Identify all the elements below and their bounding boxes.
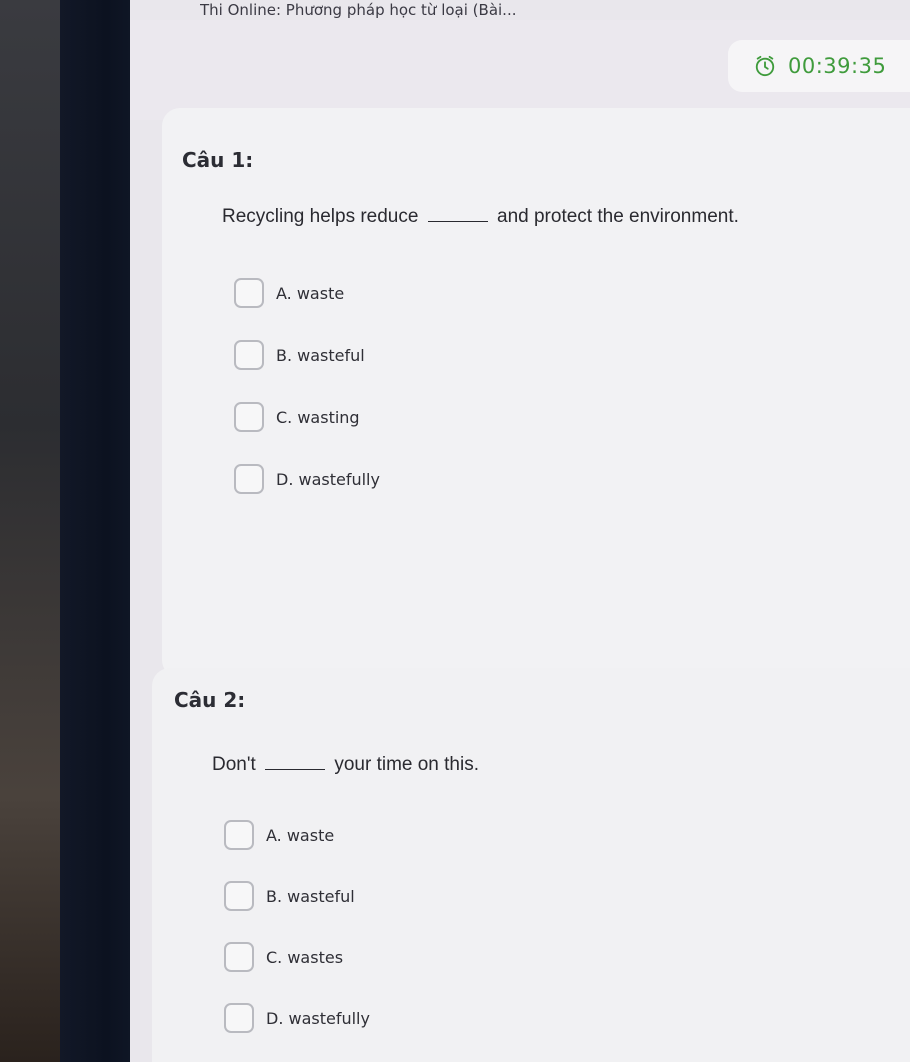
question-card-2: Câu 2: Don't your time on this. A. waste…	[152, 668, 910, 1062]
option-b[interactable]: B. wasteful	[224, 881, 355, 911]
question-title: Câu 2:	[174, 688, 246, 712]
option-label: A. waste	[276, 283, 345, 303]
radio-button[interactable]	[224, 820, 254, 850]
option-label: C. wasting	[276, 407, 360, 427]
page-title: Thi Online: Phương pháp học từ loại (Bài…	[200, 1, 517, 19]
option-b[interactable]: B. wasteful	[234, 340, 365, 370]
answer-blank	[427, 221, 488, 222]
question-card-1: Câu 1: Recycling helps reduce and protec…	[162, 108, 910, 678]
radio-button[interactable]	[224, 1003, 254, 1033]
question-text: Don't your time on this.	[212, 754, 479, 776]
option-label: B. wasteful	[276, 345, 365, 365]
option-label: D. wastefully	[276, 469, 380, 489]
countdown-timer: 00:39:35	[728, 40, 910, 92]
radio-button[interactable]	[234, 464, 264, 494]
radio-button[interactable]	[224, 881, 254, 911]
question-text-before: Recycling helps reduce	[222, 206, 419, 227]
option-label: D. wastefully	[266, 1008, 370, 1028]
option-label: A. waste	[266, 825, 335, 845]
radio-button[interactable]	[234, 278, 264, 308]
option-a[interactable]: A. waste	[224, 820, 334, 850]
answer-blank	[265, 769, 326, 770]
question-title: Câu 1:	[182, 148, 254, 172]
radio-button[interactable]	[234, 340, 264, 370]
question-text-before: Don't	[212, 754, 256, 775]
option-c[interactable]: C. wasting	[234, 402, 360, 432]
option-a[interactable]: A. waste	[234, 278, 344, 308]
radio-button[interactable]	[234, 402, 264, 432]
option-d[interactable]: D. wastefully	[224, 1003, 370, 1033]
monitor-bezel	[60, 0, 138, 1062]
timer-value: 00:39:35	[788, 54, 887, 78]
alarm-clock-icon	[755, 55, 775, 77]
option-c[interactable]: C. wastes	[224, 942, 343, 972]
question-text-after: and protect the environment.	[497, 206, 739, 227]
radio-button[interactable]	[224, 942, 254, 972]
option-label: B. wasteful	[266, 886, 355, 906]
question-text: Recycling helps reduce and protect the e…	[222, 206, 739, 228]
screen: Thi Online: Phương pháp học từ loại (Bài…	[130, 0, 910, 1062]
option-label: C. wastes	[266, 947, 344, 967]
option-d[interactable]: D. wastefully	[234, 464, 380, 494]
question-text-after: your time on this.	[334, 754, 479, 775]
